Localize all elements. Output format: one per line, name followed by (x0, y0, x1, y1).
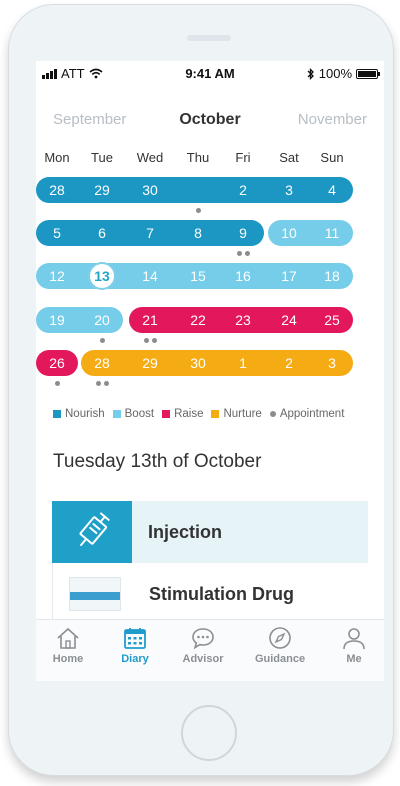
day-cell[interactable]: 25 (317, 307, 347, 333)
medicine-box-image (69, 577, 121, 611)
day-cell[interactable]: 22 (183, 307, 213, 333)
calendar-icon (124, 628, 146, 649)
syringe-icon (79, 512, 110, 547)
day-cell[interactable]: 9 (228, 220, 258, 246)
home-button[interactable] (181, 705, 237, 761)
tab-diary[interactable]: Diary (100, 626, 170, 665)
tab-label: Me (346, 653, 362, 665)
day-cell[interactable]: 1 (228, 350, 258, 376)
day-cell[interactable]: 28 (42, 177, 72, 203)
day-cell[interactable]: 21 (135, 307, 165, 333)
day-cell[interactable]: 23 (228, 307, 258, 333)
legend-label: Nurture (223, 408, 262, 420)
home-icon (57, 627, 79, 649)
entry-stimulation-drug[interactable]: Stimulation Drug (52, 563, 369, 625)
day-cell[interactable]: 20 (87, 307, 117, 333)
day-cell[interactable]: 2 (228, 177, 258, 203)
legend-swatch (269, 411, 276, 417)
day-cell[interactable]: 30 (135, 177, 165, 203)
selected-date-title: Tuesday 13th of October (53, 451, 262, 472)
tab-label: Diary (121, 653, 149, 665)
day-cell[interactable]: 28 (87, 350, 117, 376)
day-cell[interactable]: 18 (317, 263, 347, 289)
day-cell[interactable]: 5 (42, 220, 72, 246)
tab-label: Advisor (182, 653, 224, 665)
appointment-dot (195, 208, 201, 213)
tab-me[interactable]: Me (319, 626, 384, 665)
day-cell[interactable]: 26 (42, 350, 72, 376)
entry-injection[interactable]: Injection (52, 501, 368, 563)
day-cell[interactable]: 19 (42, 307, 72, 333)
day-cell[interactable]: 8 (183, 220, 213, 246)
day-cell[interactable]: 16 (228, 263, 258, 289)
calendar-grid: 28 29 30 2 3 4 5 6 7 8 9 10 11 12 13 14 15 16 17 18 19 20 21 22… (36, 61, 384, 401)
tab-home[interactable]: Home (36, 626, 103, 665)
legend-swatch (162, 410, 171, 418)
legend-item: Raise (162, 408, 203, 420)
legend-item: Nurture (211, 408, 262, 420)
day-cell[interactable] (183, 177, 213, 203)
tab-label: Home (52, 653, 84, 665)
appointment-dot (244, 251, 250, 256)
day-cell[interactable]: 29 (135, 350, 165, 376)
legend-label: Appointment (279, 408, 345, 420)
legend-label: Boost (124, 408, 155, 420)
appointment-dot (236, 251, 242, 256)
compass-icon (269, 627, 291, 649)
legend-item: Boost (112, 408, 155, 420)
entry-label: Stimulation Drug (149, 584, 294, 604)
speaker-grille (187, 35, 231, 41)
tab-bar: Home Diary Advisor Guidance Me (36, 619, 384, 681)
tab-guidance[interactable]: Guidance (245, 626, 315, 665)
person-icon (343, 628, 365, 650)
entry-label: Injection (148, 522, 223, 542)
day-cell[interactable]: 4 (317, 177, 347, 203)
day-cell[interactable]: 3 (274, 177, 304, 203)
day-cell[interactable]: 17 (274, 263, 304, 289)
tab-label: Guidance (254, 653, 306, 665)
today-marker[interactable]: 13 (90, 264, 114, 288)
day-cell[interactable]: 14 (135, 263, 165, 289)
legend-swatch (53, 410, 61, 418)
day-cell[interactable]: 2 (274, 350, 304, 376)
day-cell[interactable]: 11 (317, 220, 347, 246)
legend-item: Nourish (53, 408, 105, 420)
legend-swatch (112, 410, 121, 418)
day-cell[interactable]: 10 (274, 220, 304, 246)
tab-advisor[interactable]: Advisor (168, 626, 238, 665)
day-cell[interactable]: 15 (183, 263, 213, 289)
legend-swatch (211, 410, 220, 418)
appointment-dot (103, 381, 109, 386)
app-screen: ATT 9:41 AM 100% September October Novem… (36, 61, 384, 681)
appointment-dot (54, 381, 60, 386)
day-cell[interactable]: 7 (135, 220, 165, 246)
day-cell[interactable]: 12 (42, 263, 72, 289)
chat-bubble-icon (192, 628, 214, 650)
appointment-dot (151, 338, 157, 343)
day-cell[interactable]: 29 (87, 177, 117, 203)
phase-segment-nurture (81, 350, 353, 376)
day-cell[interactable]: 24 (274, 307, 304, 333)
day-cell[interactable]: 30 (183, 350, 213, 376)
day-cell[interactable]: 6 (87, 220, 117, 246)
legend-label: Raise (174, 408, 204, 420)
injection-icon-box (52, 501, 132, 563)
appointment-dot (95, 381, 101, 386)
calendar-legend: Nourish Boost Raise Nurture Appointment (53, 407, 383, 421)
stimulation-drug-thumbnail (53, 563, 133, 625)
legend-label: Nourish (65, 408, 105, 420)
appointment-dot (143, 338, 149, 343)
phone-frame: ATT 9:41 AM 100% September October Novem… (8, 4, 394, 776)
day-cell[interactable]: 3 (317, 350, 347, 376)
appointment-dot (99, 338, 105, 343)
legend-item: Appointment (269, 408, 345, 420)
